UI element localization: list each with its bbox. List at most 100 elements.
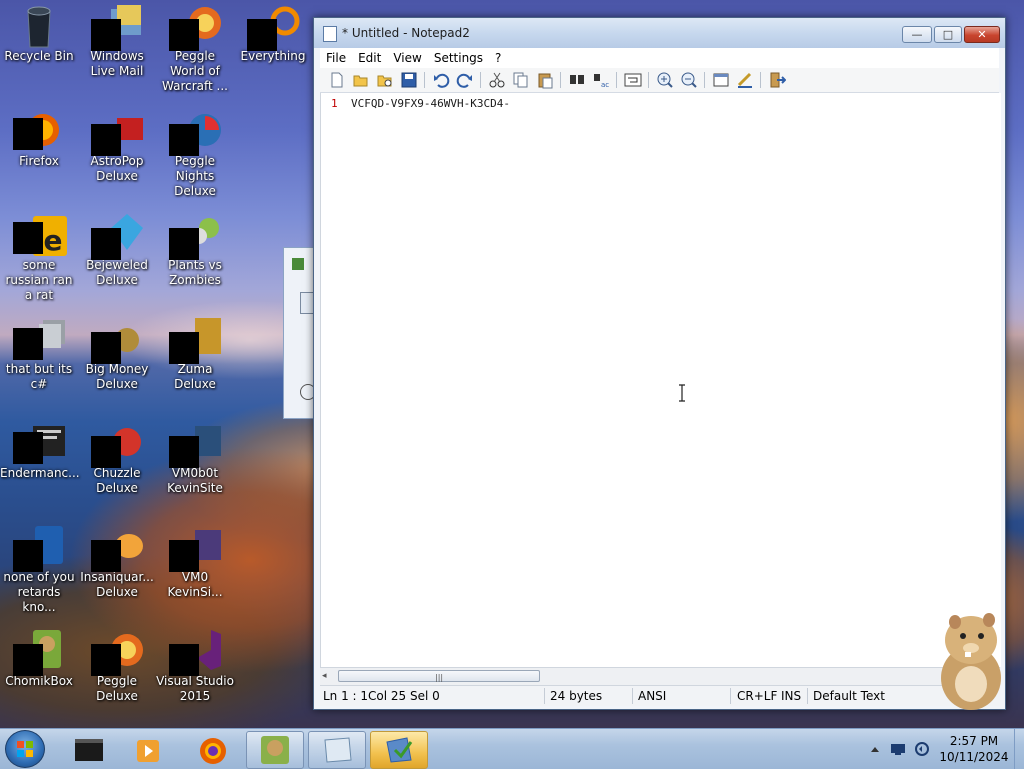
exit-icon[interactable] xyxy=(768,71,787,89)
show-desktop-button[interactable] xyxy=(1014,729,1024,769)
scrollbar-thumb[interactable]: ||| xyxy=(338,670,540,682)
editor-text[interactable]: VCFQD-V9FX9-46WVH-K3CD4- xyxy=(351,97,510,110)
find-icon[interactable] xyxy=(568,71,586,89)
paste-icon[interactable] xyxy=(536,71,554,89)
desktop-icon-everything[interactable]: Everything xyxy=(234,5,312,64)
menu-help[interactable]: ? xyxy=(489,48,507,68)
new-icon[interactable] xyxy=(328,71,346,89)
status-separator xyxy=(730,688,731,704)
start-button[interactable] xyxy=(5,730,45,768)
minimize-icon: — xyxy=(911,28,923,41)
window-title: * Untitled - Notepad2 xyxy=(342,26,470,40)
menu-file[interactable]: File xyxy=(320,48,352,68)
window-icon xyxy=(292,258,304,270)
redaction-box xyxy=(13,644,43,676)
desktop-icon-peggle-nights[interactable]: Peggle Nights Deluxe xyxy=(156,110,234,199)
desktop-icon-none-of-you[interactable]: none of you retards kno... xyxy=(0,526,78,615)
desktop-icon-chuzzle[interactable]: Chuzzle Deluxe xyxy=(78,422,156,496)
open-icon[interactable] xyxy=(352,71,370,89)
desktop-icon-label: ChomikBox xyxy=(5,674,73,688)
desktop-icon-chomikbox[interactable]: ChomikBox xyxy=(0,630,78,689)
taskbar-firefox[interactable] xyxy=(184,731,242,769)
desktop-icon-recycle-bin[interactable]: Recycle Bin xyxy=(0,5,78,64)
background-window[interactable] xyxy=(283,247,316,419)
taskbar-app-window[interactable] xyxy=(308,731,366,769)
toolbar-separator xyxy=(648,72,649,88)
desktop-icon-visual-studio[interactable]: Visual Studio 2015 xyxy=(156,630,234,704)
customize-icon[interactable] xyxy=(736,71,754,89)
close-button[interactable]: ✕ xyxy=(964,26,1000,43)
undo-icon[interactable] xyxy=(432,71,450,89)
horizontal-scrollbar[interactable]: ◂ ||| xyxy=(320,667,1000,685)
menu-bar: File Edit View Settings? xyxy=(320,48,999,68)
replace-icon[interactable]: ac xyxy=(592,71,610,89)
redaction-box xyxy=(91,332,121,364)
desktop-icon-label: AstroPop Deluxe xyxy=(90,154,144,183)
clock[interactable]: 2:57 PM 10/11/2024 xyxy=(935,733,1013,765)
show-hidden-icons-icon[interactable] xyxy=(870,745,880,753)
taskbar-notepad2[interactable] xyxy=(370,731,428,769)
desktop-icon-vm0b0t[interactable]: VM0b0t KevinSite xyxy=(156,422,234,496)
save-icon[interactable] xyxy=(400,71,418,89)
volume-icon[interactable] xyxy=(914,741,930,757)
text-editor[interactable]: 1 VCFQD-V9FX9-46WVH-K3CD4- xyxy=(320,93,1001,667)
desktop-icon-insaniquarium[interactable]: Insaniquar... Deluxe xyxy=(78,526,156,600)
desktop-icon-label: Insaniquar... Deluxe xyxy=(80,570,154,599)
desktop-icon-big-money[interactable]: Big Money Deluxe xyxy=(78,318,156,392)
notepad2-icon xyxy=(386,737,413,763)
scroll-left-icon[interactable]: ◂ xyxy=(322,671,332,681)
status-selection: Sel 0 xyxy=(410,689,440,703)
line-number-gutter: 1 xyxy=(321,93,345,667)
minimize-button[interactable]: — xyxy=(902,26,932,43)
title-bar[interactable]: * Untitled - Notepad2 — □ ✕ xyxy=(314,18,1005,48)
desktop-icon-some-russian[interactable]: e some russian ran a rat xyxy=(0,214,78,303)
desktop-icon-vm0-kevinsite[interactable]: VM0 KevinSi... xyxy=(156,526,234,600)
scheme-icon[interactable] xyxy=(712,71,730,89)
menu-edit[interactable]: Edit xyxy=(352,48,387,68)
status-line-endings[interactable]: CR+LF xyxy=(737,689,777,703)
desktop-icon-firefox[interactable]: Firefox xyxy=(0,110,78,169)
cut-icon[interactable] xyxy=(488,71,506,89)
toolbar-separator xyxy=(424,72,425,88)
mail-icon xyxy=(91,5,141,51)
taskbar-app-1[interactable] xyxy=(60,731,118,769)
taskbar-chomikbox[interactable] xyxy=(246,731,304,769)
redo-icon[interactable] xyxy=(456,71,474,89)
desktop-icon-endermanc[interactable]: Endermanc... xyxy=(0,422,80,481)
desktop-icon-windows-live-mail[interactable]: Windows Live Mail xyxy=(78,5,156,79)
zoom-in-icon[interactable] xyxy=(656,71,674,89)
desktop-icon-label: Chuzzle Deluxe xyxy=(93,466,141,495)
desktop-icon-label: Everything xyxy=(240,49,306,63)
redaction-box xyxy=(91,228,121,260)
word-wrap-icon[interactable] xyxy=(624,71,642,89)
menu-settings[interactable]: Settings xyxy=(428,48,489,68)
status-mode[interactable]: INS xyxy=(781,689,801,703)
status-encoding[interactable]: ANSI xyxy=(638,689,666,703)
desktop-icon-plants-vs-zombies[interactable]: Plants vs Zombies xyxy=(156,214,234,288)
browse-icon[interactable] xyxy=(376,71,394,89)
window-icon xyxy=(324,737,352,763)
status-separator xyxy=(807,688,808,704)
desktop-icon-zuma[interactable]: Zuma Deluxe xyxy=(156,318,234,392)
maximize-button[interactable]: □ xyxy=(934,26,962,43)
desktop-icon-bejeweled[interactable]: Bejeweled Deluxe xyxy=(78,214,156,288)
notepad-icon xyxy=(323,26,337,42)
redaction-box xyxy=(13,222,43,254)
menu-view[interactable]: View xyxy=(387,48,427,68)
notepad-window[interactable]: * Untitled - Notepad2 — □ ✕ File Edit View… xyxy=(313,17,1006,710)
app-icon xyxy=(91,318,139,364)
desktop-icon-peggle-deluxe[interactable]: Peggle Deluxe xyxy=(78,630,156,704)
hamster-mascot-icon[interactable] xyxy=(925,600,1010,710)
desktop-icon-peggle-wow[interactable]: Peggle World of Warcraft ... xyxy=(156,5,234,94)
taskbar-media-player[interactable] xyxy=(120,731,178,769)
app-icon xyxy=(13,422,65,464)
status-bar: Ln 1 : 1 Col 25 Sel 0 24 bytes ANSI CR+L… xyxy=(320,685,1000,706)
toolbar-separator xyxy=(760,72,761,88)
network-icon[interactable] xyxy=(890,742,906,756)
zoom-out-icon[interactable] xyxy=(680,71,698,89)
redaction-box xyxy=(169,332,199,364)
copy-icon[interactable] xyxy=(512,71,530,89)
desktop-icon-that-but-its-csharp[interactable]: that but its c# xyxy=(0,318,78,392)
desktop-icon-astropop[interactable]: AstroPop Deluxe xyxy=(78,110,156,184)
status-scheme[interactable]: Default Text xyxy=(813,689,885,703)
